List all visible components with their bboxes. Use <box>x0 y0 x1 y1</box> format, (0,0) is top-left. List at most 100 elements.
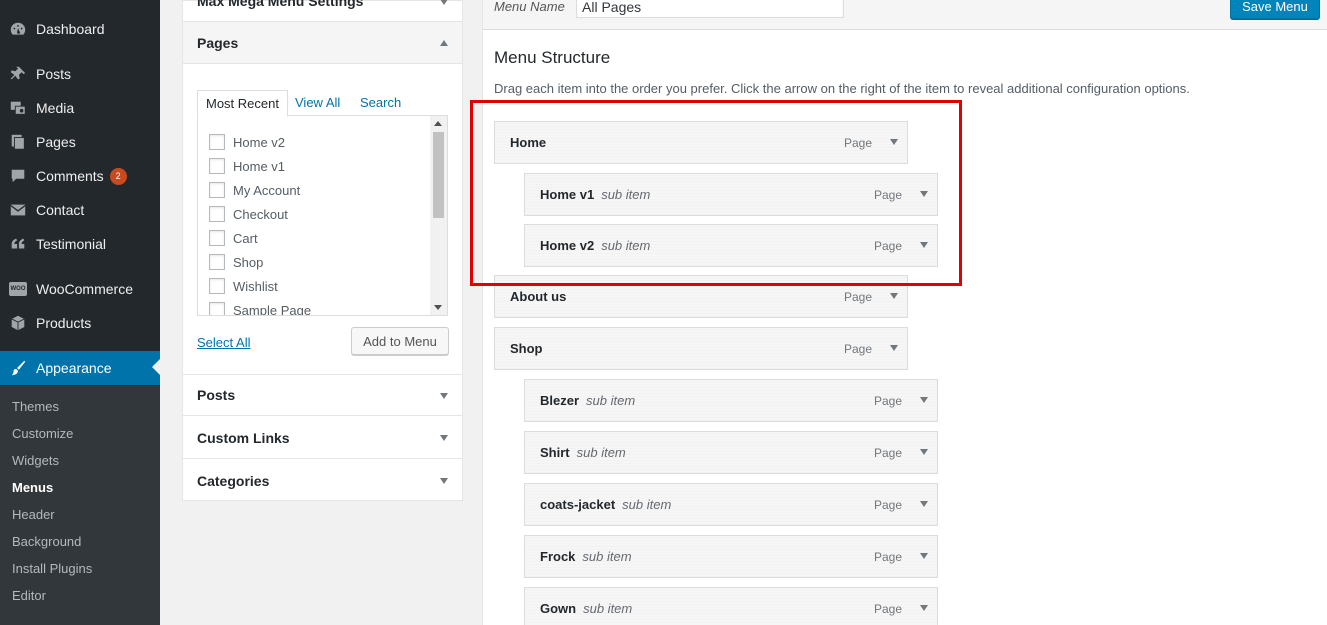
submenu-header[interactable]: Header <box>12 507 55 522</box>
accordion-max-mega-menu-settings[interactable]: Max Mega Menu Settings <box>183 0 462 22</box>
save-menu-button[interactable]: Save Menu <box>1230 0 1320 19</box>
submenu-menus[interactable]: Menus <box>12 480 53 495</box>
checkbox[interactable] <box>209 278 225 294</box>
page-label: Home v2 <box>233 134 286 150</box>
checklist-scrollbar[interactable] <box>430 116 447 315</box>
menu-item-type: Page <box>843 289 872 304</box>
menu-item[interactable]: Shirt sub item Page <box>524 431 938 474</box>
page-checkbox-row[interactable]: Shop <box>209 252 263 272</box>
tab-most-recent[interactable]: Most Recent <box>197 90 288 117</box>
submenu-editor[interactable]: Editor <box>12 588 46 603</box>
nav-dashboard[interactable]: Dashboard <box>0 12 160 46</box>
chevron-down-icon[interactable] <box>920 242 928 248</box>
nav-testimonial[interactable]: Testimonial <box>0 227 160 261</box>
chevron-down-icon[interactable] <box>890 293 898 299</box>
checkbox[interactable] <box>209 302 225 315</box>
checkbox[interactable] <box>209 206 225 222</box>
chevron-down-icon[interactable] <box>890 139 898 145</box>
chevron-down-icon[interactable] <box>920 501 928 507</box>
nav-label: WooCommerce <box>36 281 133 297</box>
menu-item[interactable]: Blezer sub item Page <box>524 379 938 422</box>
chevron-down-icon[interactable] <box>920 553 928 559</box>
menu-item-sub-label: sub item <box>586 393 636 408</box>
nav-appearance[interactable]: Appearance <box>0 351 160 385</box>
scroll-down-arrow-icon[interactable] <box>434 305 442 310</box>
chevron-down-icon[interactable] <box>440 435 448 441</box>
menu-name-input[interactable]: All Pages <box>576 0 844 18</box>
menu-item-type: Page <box>873 238 902 253</box>
nav-label: Posts <box>36 66 72 82</box>
tab-search[interactable]: Search <box>360 90 401 117</box>
page-label: Sample Page <box>233 302 312 316</box>
nav-posts[interactable]: Posts <box>0 57 160 91</box>
chevron-down-icon[interactable] <box>440 393 448 399</box>
chevron-down-icon[interactable] <box>920 449 928 455</box>
nav-label: Products <box>36 315 92 331</box>
page-checkbox-row[interactable]: My Account <box>209 180 300 200</box>
nav-products[interactable]: Products <box>0 306 160 340</box>
menu-item[interactable]: Home Page <box>494 121 908 164</box>
scroll-up-arrow-icon[interactable] <box>434 121 442 126</box>
menu-item[interactable]: Home v1 sub item Page <box>524 173 938 216</box>
checkbox[interactable] <box>209 182 225 198</box>
accordion-custom-links[interactable]: Custom Links <box>183 417 462 459</box>
nav-woocommerce[interactable]: WOO WooCommerce <box>0 272 160 306</box>
submenu-widgets[interactable]: Widgets <box>12 453 59 468</box>
nav-label: Comments <box>36 168 104 184</box>
pages-tabs: Most Recent View All Search <box>197 90 448 117</box>
chevron-up-icon[interactable] <box>440 40 448 46</box>
nav-pages[interactable]: Pages <box>0 125 160 159</box>
menu-item-type: Page <box>873 393 902 408</box>
chevron-down-icon[interactable] <box>920 397 928 403</box>
accordion-pages[interactable]: Pages <box>183 22 462 64</box>
chevron-down-icon[interactable] <box>440 0 448 5</box>
accordion-posts[interactable]: Posts <box>183 374 462 416</box>
nav-label: Contact <box>36 202 85 218</box>
page-checkbox-row[interactable]: Wishlist <box>209 276 278 296</box>
submenu-customize[interactable]: Customize <box>12 426 73 441</box>
checkbox[interactable] <box>209 254 225 270</box>
page-label: Shop <box>233 254 264 270</box>
menu-item-title: About us <box>510 289 567 304</box>
page-checkbox-row[interactable]: Home v1 <box>209 156 285 176</box>
checkbox[interactable] <box>209 158 225 174</box>
chevron-down-icon[interactable] <box>890 345 898 351</box>
menu-item[interactable]: coats-jacket sub item Page <box>524 483 938 526</box>
add-to-menu-button[interactable]: Add to Menu <box>351 327 449 355</box>
tab-view-all[interactable]: View All <box>295 90 340 117</box>
checkbox[interactable] <box>209 134 225 150</box>
add-menu-items-panel: Max Mega Menu Settings Pages Most Recent… <box>182 0 463 501</box>
page-checkbox-row[interactable]: Checkout <box>209 204 288 224</box>
menu-item-title: coats-jacket <box>540 497 616 512</box>
page-checkbox-row[interactable]: Home v2 <box>209 132 285 152</box>
menu-item-title: Home v1 <box>540 187 595 202</box>
submenu-background[interactable]: Background <box>12 534 81 549</box>
menu-item-type: Page <box>843 135 872 150</box>
menu-item-sub-label: sub item <box>582 549 632 564</box>
appearance-submenu: Themes Customize Widgets Menus Header Ba… <box>0 386 160 625</box>
select-all-link[interactable]: Select All <box>197 335 250 350</box>
nav-comments[interactable]: Comments 2 <box>0 159 160 193</box>
menu-item[interactable]: Shop Page <box>494 327 908 370</box>
page-checkbox-row[interactable]: Sample Page <box>209 300 312 316</box>
accordion-categories[interactable]: Categories <box>183 460 462 502</box>
menu-item-sub-label: sub item <box>576 445 626 460</box>
nav-media[interactable]: Media <box>0 91 160 125</box>
menu-item[interactable]: Gown sub item Page <box>524 587 938 625</box>
scroll-thumb[interactable] <box>433 132 444 218</box>
menu-item[interactable]: Home v2 sub item Page <box>524 224 938 267</box>
accordion-title: Custom Links <box>197 429 290 446</box>
menu-item[interactable]: About us Page <box>494 275 908 318</box>
page-checkbox-row[interactable]: Cart <box>209 228 258 248</box>
submenu-themes[interactable]: Themes <box>12 399 59 414</box>
quote-icon <box>0 227 36 261</box>
chevron-down-icon[interactable] <box>440 478 448 484</box>
submenu-install-plugins[interactable]: Install Plugins <box>12 561 92 576</box>
nav-contact[interactable]: Contact <box>0 193 160 227</box>
menu-item-type: Page <box>873 601 902 616</box>
chevron-down-icon[interactable] <box>920 605 928 611</box>
menu-item[interactable]: Frock sub item Page <box>524 535 938 578</box>
chevron-down-icon[interactable] <box>920 191 928 197</box>
checkbox[interactable] <box>209 230 225 246</box>
menu-item-title: Frock <box>540 549 576 564</box>
